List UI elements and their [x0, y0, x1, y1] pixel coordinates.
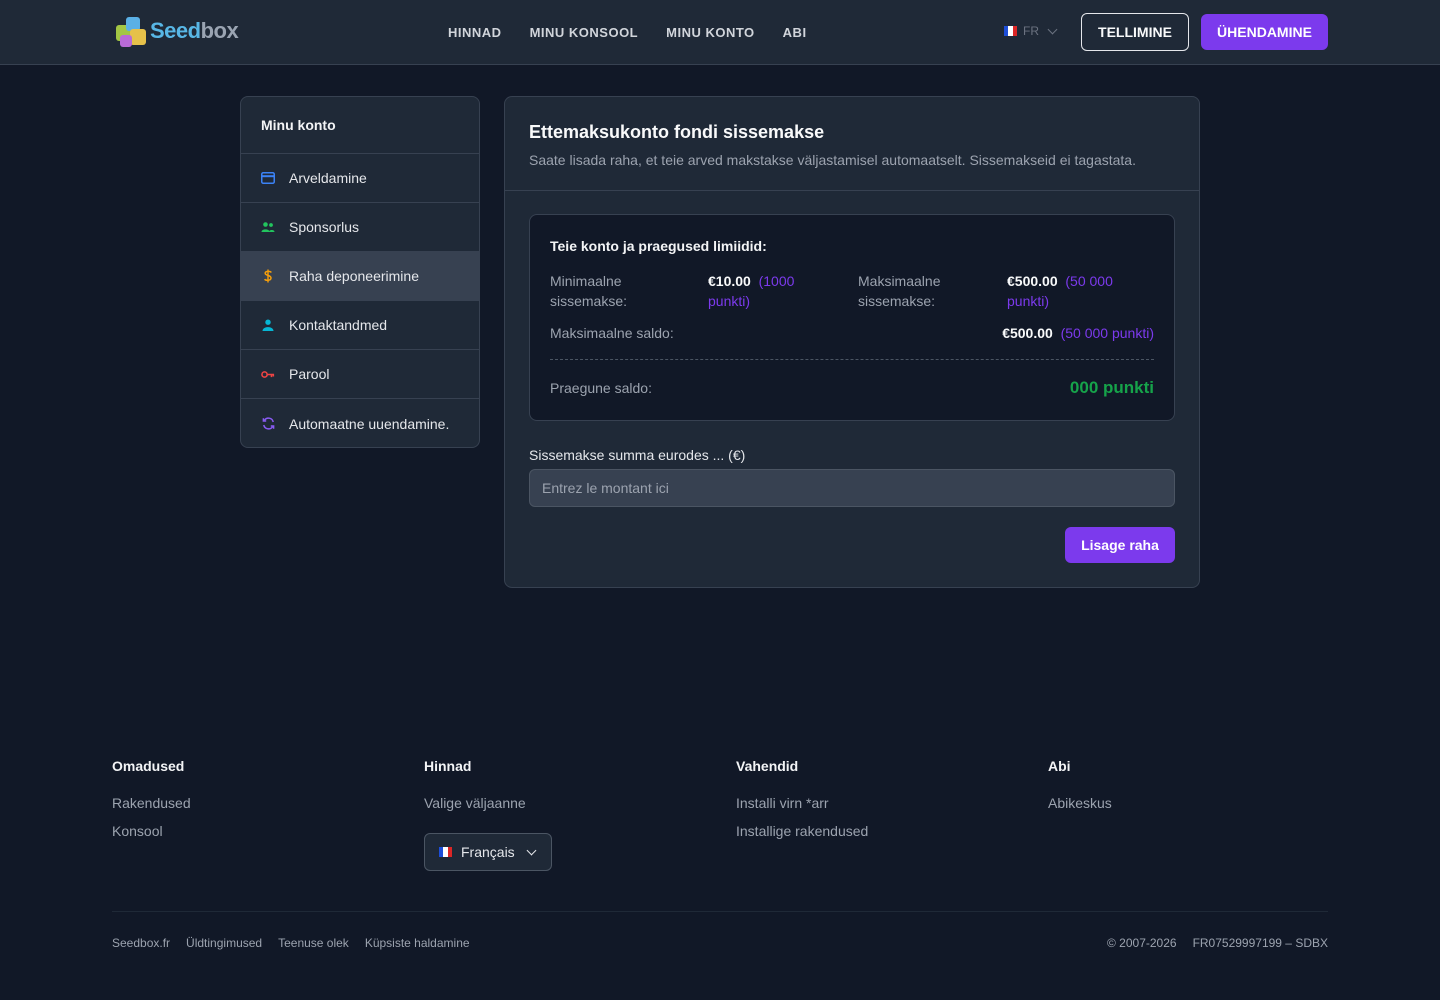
- sidebar-item-contact[interactable]: Kontaktandmed: [241, 301, 479, 350]
- sidebar-title: Minu konto: [241, 97, 479, 154]
- company-id: FR07529997199 – SDBX: [1192, 936, 1328, 950]
- copyright-text: © 2007-2026: [1107, 936, 1177, 950]
- max-deposit-value: €500.00 (50 000 punkti): [1007, 273, 1113, 309]
- french-flag-icon: [1004, 26, 1017, 36]
- footer-link-cookie-settings[interactable]: Küpsiste haldamine: [365, 936, 470, 950]
- footer-link-choose-edition[interactable]: Valige väljaanne: [424, 794, 526, 822]
- nav-pricing[interactable]: HINNAD: [448, 25, 502, 40]
- sidebar-item-label: Raha deponeerimine: [289, 268, 419, 284]
- seedbox-logo[interactable]: Seedbox: [114, 15, 239, 47]
- sidebar-item-password[interactable]: Parool: [241, 350, 479, 399]
- limits-divider: [550, 359, 1154, 360]
- chevron-down-icon: [526, 845, 537, 855]
- language-switcher[interactable]: FR: [1004, 24, 1058, 38]
- amount-input[interactable]: [529, 469, 1175, 507]
- sidebar-item-label: Kontaktandmed: [289, 317, 388, 333]
- credit-card-icon: [261, 171, 275, 185]
- footer-column-title: Vahendid: [736, 758, 799, 774]
- footer-link-help-center[interactable]: Abikeskus: [1048, 794, 1112, 822]
- footer-link-service-status[interactable]: Teenuse olek: [278, 936, 349, 950]
- logo-cubes-icon: [114, 15, 148, 47]
- footer-link-install-apps[interactable]: Installige rakendused: [736, 822, 868, 850]
- footer-language-label: Français: [461, 844, 515, 860]
- footer-column-pricing: Hinnad Valige väljaanne: [424, 758, 526, 822]
- account-sidebar: Minu konto Arveldamine Sponsorlus Raha d…: [240, 96, 480, 448]
- sidebar-item-auto-renewal[interactable]: Automaatne uuendamine.: [241, 399, 479, 447]
- sidebar-item-deposit[interactable]: Raha deponeerimine: [241, 252, 479, 301]
- card-header: Ettemaksukonto fondi sissemakse Saate li…: [505, 97, 1199, 191]
- max-balance-label: Maksimaalne saldo:: [550, 325, 674, 341]
- chevron-down-icon: [1047, 24, 1058, 34]
- footer-link-applications[interactable]: Rakendused: [112, 794, 191, 822]
- users-icon: [261, 220, 275, 234]
- logo-text: Seedbox: [150, 18, 239, 43]
- language-code: FR: [1023, 24, 1039, 38]
- sidebar-item-sponsorship[interactable]: Sponsorlus: [241, 203, 479, 252]
- french-flag-icon: [439, 847, 452, 857]
- footer-column-title: Omadused: [112, 758, 185, 774]
- footer-link-seedbox-fr[interactable]: Seedbox.fr: [112, 936, 170, 950]
- current-balance-value: 000 punkti: [1069, 378, 1154, 397]
- min-deposit-value: €10.00 (1000 punkti): [708, 273, 795, 309]
- sidebar-item-label: Sponsorlus: [289, 219, 360, 235]
- sidebar-item-label: Automaatne uuendamine.: [289, 415, 450, 432]
- login-button[interactable]: ÜHENDAMINE: [1201, 14, 1328, 50]
- footer-column-title: Abi: [1048, 758, 1071, 774]
- footer-column-features: Omadused Rakendused Konsool: [112, 758, 191, 850]
- main-nav: HINNAD MINU KONSOOL MINU KONTO ABI: [448, 0, 807, 64]
- nav-my-console[interactable]: MINU KONSOOL: [530, 25, 639, 40]
- nav-my-account[interactable]: MINU KONTO: [666, 25, 755, 40]
- nav-help[interactable]: ABI: [783, 25, 807, 40]
- refresh-icon: [261, 417, 275, 431]
- order-button[interactable]: TELLIMINE: [1081, 13, 1189, 51]
- sidebar-item-label: Parool: [289, 366, 330, 382]
- footer-column-tools: Vahendid Installi virn *arr Installige r…: [736, 758, 868, 850]
- key-icon: [261, 367, 275, 381]
- footer-language-select[interactable]: Français: [424, 833, 552, 871]
- max-deposit-label: Maksimaalne sissemakse:: [858, 273, 941, 309]
- footer-bottom-links: Seedbox.fr Üldtingimused Teenuse olek Kü…: [112, 936, 470, 950]
- sidebar-item-label: Arveldamine: [289, 170, 367, 186]
- footer-column-title: Hinnad: [424, 758, 472, 774]
- footer-link-install-arr-stack[interactable]: Installi virn *arr: [736, 794, 868, 822]
- limits-panel: Teie konto ja praegused limiidid: Minima…: [529, 214, 1175, 421]
- footer-column-help: Abi Abikeskus: [1048, 758, 1112, 822]
- user-icon: [261, 318, 275, 332]
- footer-link-console[interactable]: Konsool: [112, 822, 191, 850]
- amount-label: Sissemakse summa eurodes ... (€): [529, 447, 746, 463]
- footer-divider: [112, 911, 1328, 912]
- page-title: Ettemaksukonto fondi sissemakse: [529, 122, 825, 142]
- footer-legal: © 2007-2026 FR07529997199 – SDBX: [1107, 936, 1328, 950]
- footer-link-terms[interactable]: Üldtingimused: [186, 936, 262, 950]
- min-deposit-label: Minimaalne sissemakse:: [550, 273, 628, 309]
- max-balance-value: €500.00 (50 000 punkti): [1002, 325, 1154, 341]
- dollar-icon: [261, 269, 275, 283]
- top-header: Seedbox HINNAD MINU KONSOOL MINU KONTO A…: [0, 0, 1440, 65]
- limits-title: Teie konto ja praegused limiidid:: [550, 238, 767, 254]
- deposit-card: Ettemaksukonto fondi sissemakse Saate li…: [504, 96, 1200, 588]
- sidebar-item-billing[interactable]: Arveldamine: [241, 154, 479, 203]
- page-subtitle: Saate lisada raha, et teie arved makstak…: [529, 152, 1136, 168]
- add-funds-button[interactable]: Lisage raha: [1065, 527, 1175, 563]
- current-balance-label: Praegune saldo:: [550, 380, 652, 396]
